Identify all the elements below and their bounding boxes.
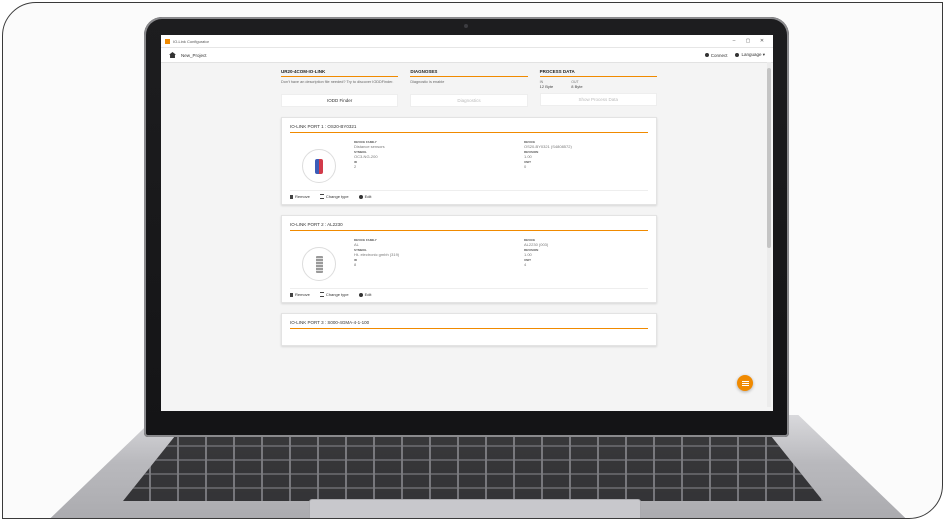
field-value: 2 <box>354 164 357 169</box>
summary-row: UR20-4COM-IO-LINK Don't have an descript… <box>281 69 657 107</box>
language-label: Language ▾ <box>741 52 765 57</box>
minimize-button[interactable]: – <box>727 38 741 44</box>
process-data-heading: PROCESS DATA <box>539 69 657 77</box>
field-value: 0 <box>524 164 527 169</box>
edit-label: Edit <box>364 292 372 297</box>
field-value: AL2230 (003) <box>524 242 549 247</box>
port-fields-right: DEVICE AL2230 (003) REVISION 1.00 UNIT 4 <box>524 237 634 281</box>
app-toolbar: New_Project Connect Language ▾ <box>161 48 773 63</box>
diagnostics-label: Diagnostics <box>457 98 481 103</box>
trash-icon <box>290 194 293 199</box>
language-menu[interactable]: Language ▾ <box>735 52 765 58</box>
iodd-finder-label: IODD Finder <box>327 98 353 103</box>
port-fields: DEVICE FAMILY AL SYMBOL Ht- electronic g… <box>354 237 634 281</box>
remove-button[interactable]: Remove <box>290 292 310 297</box>
remove-button[interactable]: Remove <box>290 194 310 199</box>
edit-icon <box>358 194 363 199</box>
port-card-actions: Remove Change type Edit <box>290 288 648 297</box>
edit-label: Edit <box>364 194 372 199</box>
menu-icon <box>741 382 749 384</box>
field-value: 4 <box>524 262 527 267</box>
port-card-body: DEVICE FAMILY Distance sensors SYMBOL OC… <box>290 139 648 183</box>
close-button[interactable]: ✕ <box>755 38 769 44</box>
port-card-actions: Remove Change type Edit <box>290 190 648 199</box>
window-titlebar: IO-Link Configurator – ▢ ✕ <box>161 35 773 48</box>
device-image <box>302 247 336 281</box>
port-fields-left: DEVICE FAMILY Distance sensors SYMBOL OC… <box>354 139 464 183</box>
port-card-title: IO-LINK PORT 3 : S000-4GMA-4-1-100 <box>290 320 648 329</box>
process-in-value: 12 Byte <box>539 84 554 89</box>
main-content: UR20-4COM-IO-LINK Don't have an descript… <box>281 69 657 346</box>
change-type-label: Change type <box>325 194 349 199</box>
field-value: AL <box>354 242 359 247</box>
remove-label: Remove <box>295 292 310 297</box>
menu-fab-button[interactable] <box>737 375 753 391</box>
laptop-camera <box>464 24 468 28</box>
field-value: OS20-BY0321 (S4808572) <box>524 144 572 149</box>
show-process-data-label: Show Process Data <box>578 97 619 102</box>
process-out: OUT 8 Byte <box>571 80 582 89</box>
window-title: IO-Link Configurator <box>173 38 210 44</box>
signal-light-icon <box>315 255 323 273</box>
swap-icon <box>319 292 324 297</box>
edit-button[interactable]: Edit <box>358 292 372 297</box>
connect-button[interactable]: Connect <box>704 52 728 58</box>
iodd-finder-button[interactable]: IODD Finder <box>281 94 399 107</box>
process-data-values: IN 12 Byte OUT 8 Byte <box>540 80 657 89</box>
project-name[interactable]: New_Project <box>181 53 207 58</box>
device-image <box>302 149 336 183</box>
field-value: 1.00 <box>524 252 532 257</box>
change-type-button[interactable]: Change type <box>319 292 349 297</box>
diagnostics-heading: DIAGNOSES <box>410 69 528 77</box>
globe-icon <box>735 53 740 57</box>
scrollbar-thumb[interactable] <box>767 68 771 248</box>
swap-icon <box>319 194 324 199</box>
field-value: Distance sensors <box>354 144 385 149</box>
sensor-icon <box>315 158 323 174</box>
edit-button[interactable]: Edit <box>358 194 372 199</box>
scrollbar[interactable] <box>767 62 771 407</box>
port-card-2: IO-LINK PORT 2 : AL2230 DEVICE FAMILY AL… <box>281 215 657 303</box>
laptop-keyboard-rows <box>123 431 823 501</box>
device-text: Don't have an description file needed? T… <box>281 80 394 84</box>
field-value: Ht- electronic gmbh (319) <box>354 252 400 257</box>
port-card-title: IO-LINK PORT 2 : AL2230 <box>290 222 648 231</box>
change-type-label: Change type <box>325 292 349 297</box>
port-card-1: IO-LINK PORT 1 : OS20-BY0321 DEVICE FAMI… <box>281 117 657 205</box>
port-card-title: IO-LINK PORT 1 : OS20-BY0321 <box>290 124 648 133</box>
app-screen: IO-Link Configurator – ▢ ✕ New_Project C… <box>161 35 773 411</box>
diagnostics-button[interactable]: Diagnostics <box>410 94 528 107</box>
device-heading: UR20-4COM-IO-LINK <box>281 69 399 77</box>
field-value: 1.00 <box>524 154 532 159</box>
field-value: OC3-NG-200 <box>354 154 378 159</box>
process-data-summary: PROCESS DATA IN 12 Byte OUT 8 Byte Show … <box>539 69 657 107</box>
field-value: 8 <box>354 262 357 267</box>
port-card-body: DEVICE FAMILY AL SYMBOL Ht- electronic g… <box>290 237 648 281</box>
process-out-value: 8 Byte <box>571 84 583 89</box>
plug-icon <box>704 53 709 57</box>
diagnostics-text: Diagnostic is enable <box>410 80 445 84</box>
port-card-3: IO-LINK PORT 3 : S000-4GMA-4-1-100 <box>281 313 657 346</box>
process-in: IN 12 Byte <box>540 80 554 89</box>
outer-frame: IO-Link Configurator – ▢ ✕ New_Project C… <box>2 2 943 519</box>
edit-icon <box>358 292 363 297</box>
diagnostics-summary: DIAGNOSES Diagnostic is enable Diagnosti… <box>410 69 528 107</box>
port-fields: DEVICE FAMILY Distance sensors SYMBOL OC… <box>354 139 634 183</box>
port-fields-right: DEVICE OS20-BY0321 (S4808572) REVISION 1… <box>524 139 634 183</box>
maximize-button[interactable]: ▢ <box>741 38 755 44</box>
port-fields-left: DEVICE FAMILY AL SYMBOL Ht- electronic g… <box>354 237 464 281</box>
show-process-data-button[interactable]: Show Process Data <box>539 93 657 106</box>
change-type-button[interactable]: Change type <box>319 194 349 199</box>
home-icon[interactable] <box>169 52 176 58</box>
connect-label: Connect <box>710 52 728 58</box>
remove-label: Remove <box>295 194 310 199</box>
trash-icon <box>290 292 293 297</box>
laptop-trackpad <box>309 499 641 518</box>
device-summary: UR20-4COM-IO-LINK Don't have an descript… <box>281 69 399 107</box>
app-icon <box>165 38 170 44</box>
